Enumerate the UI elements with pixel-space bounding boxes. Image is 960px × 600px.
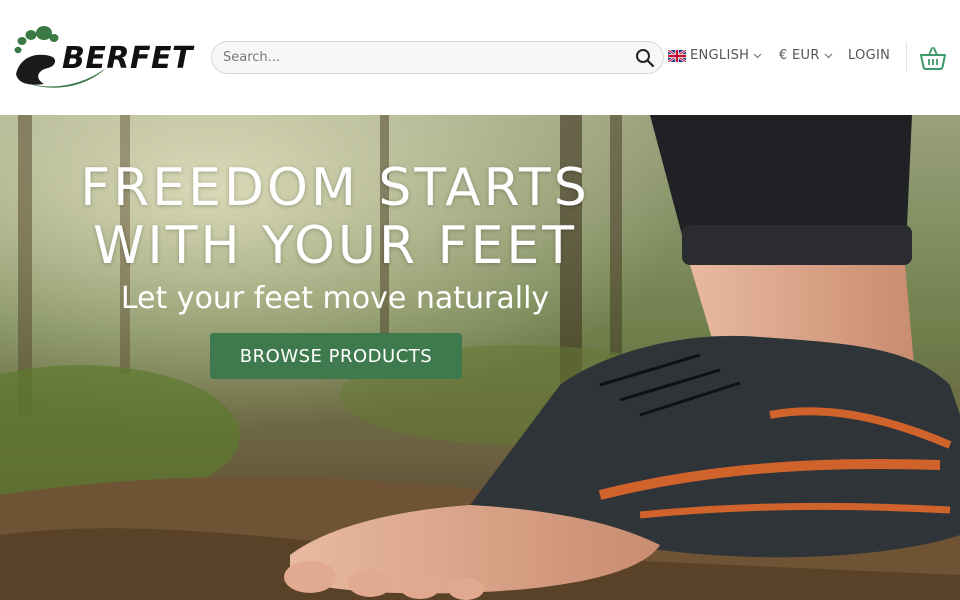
login-label: LOGIN <box>848 48 891 63</box>
login-link[interactable]: LOGIN <box>848 48 890 63</box>
browse-products-button[interactable]: BROWSE PRODUCTS <box>210 333 462 379</box>
basket-icon[interactable] <box>920 46 946 70</box>
search-input[interactable] <box>223 42 623 73</box>
header-divider <box>906 42 907 72</box>
logo-wordmark: BERFET <box>62 41 193 76</box>
hero-subtitle: Let your feet move naturally <box>120 281 550 316</box>
hero-title: FREEDOM STARTS WITH YOUR FEET <box>40 159 630 275</box>
currency-label: € EUR <box>779 48 820 63</box>
hero-banner: FREEDOM STARTS WITH YOUR FEET Let your f… <box>0 115 960 600</box>
language-label: ENGLISH <box>690 48 750 63</box>
currency-selector[interactable]: € EUR <box>779 48 833 63</box>
search-icon[interactable] <box>635 48 655 68</box>
berfet-logo[interactable]: BERFET <box>14 24 192 92</box>
chevron-down-icon <box>824 53 833 59</box>
hero-title-line-2: WITH YOUR FEET <box>92 216 578 276</box>
hero-title-line-1: FREEDOM STARTS <box>80 158 590 218</box>
site-header: BERFET ENGLISH € EUR LOGIN <box>0 0 960 115</box>
chevron-down-icon <box>753 53 762 59</box>
search-bar <box>211 41 664 74</box>
uk-flag-icon <box>668 49 686 62</box>
language-selector[interactable]: ENGLISH <box>668 48 762 63</box>
